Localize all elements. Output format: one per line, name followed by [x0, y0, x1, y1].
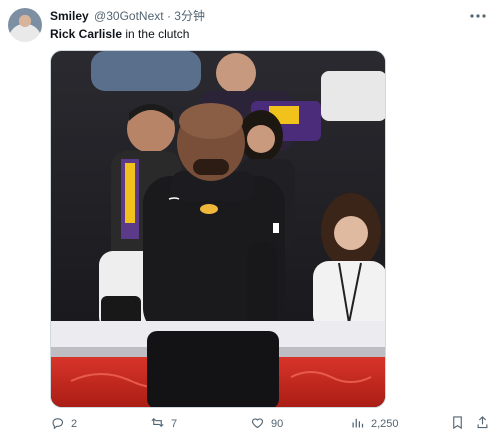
tweet-text: Rick Carlisle in the clutch — [50, 27, 189, 42]
repost-count: 7 — [171, 418, 178, 430]
views-button[interactable]: 2,250 — [350, 414, 399, 434]
tweet-header: Smiley @30GotNext · 3分钟 — [50, 9, 205, 24]
tweet-photo[interactable] — [50, 50, 386, 408]
reply-icon — [50, 415, 65, 433]
bookmark-icon — [450, 415, 465, 433]
author-display-name[interactable]: Smiley — [50, 9, 89, 23]
photo-illustration — [51, 51, 385, 407]
repost-icon — [150, 415, 165, 433]
tweet-actions: 2 7 90 2,250 — [50, 414, 490, 434]
share-button[interactable] — [475, 414, 490, 434]
views-icon — [350, 415, 365, 433]
views-count: 2,250 — [371, 418, 399, 430]
author-handle[interactable]: @30GotNext — [94, 9, 164, 23]
bookmark-button[interactable] — [450, 414, 465, 434]
avatar[interactable] — [8, 8, 42, 42]
like-count: 90 — [271, 418, 284, 430]
tweet-timestamp[interactable]: 3分钟 — [174, 9, 205, 23]
more-icon[interactable] — [468, 8, 488, 24]
tweet-card: Smiley @30GotNext · 3分钟 Rick Carlisle in… — [0, 0, 500, 440]
reply-button[interactable]: 2 — [50, 414, 77, 434]
repost-button[interactable]: 7 — [150, 414, 177, 434]
heart-icon — [250, 415, 265, 433]
like-button[interactable]: 90 — [250, 414, 283, 434]
tweet-text-bold: Rick Carlisle — [50, 27, 123, 41]
reply-count: 2 — [71, 418, 78, 430]
tweet-text-rest: in the clutch — [122, 27, 190, 41]
header-separator: · — [166, 9, 171, 23]
share-icon — [475, 415, 490, 433]
